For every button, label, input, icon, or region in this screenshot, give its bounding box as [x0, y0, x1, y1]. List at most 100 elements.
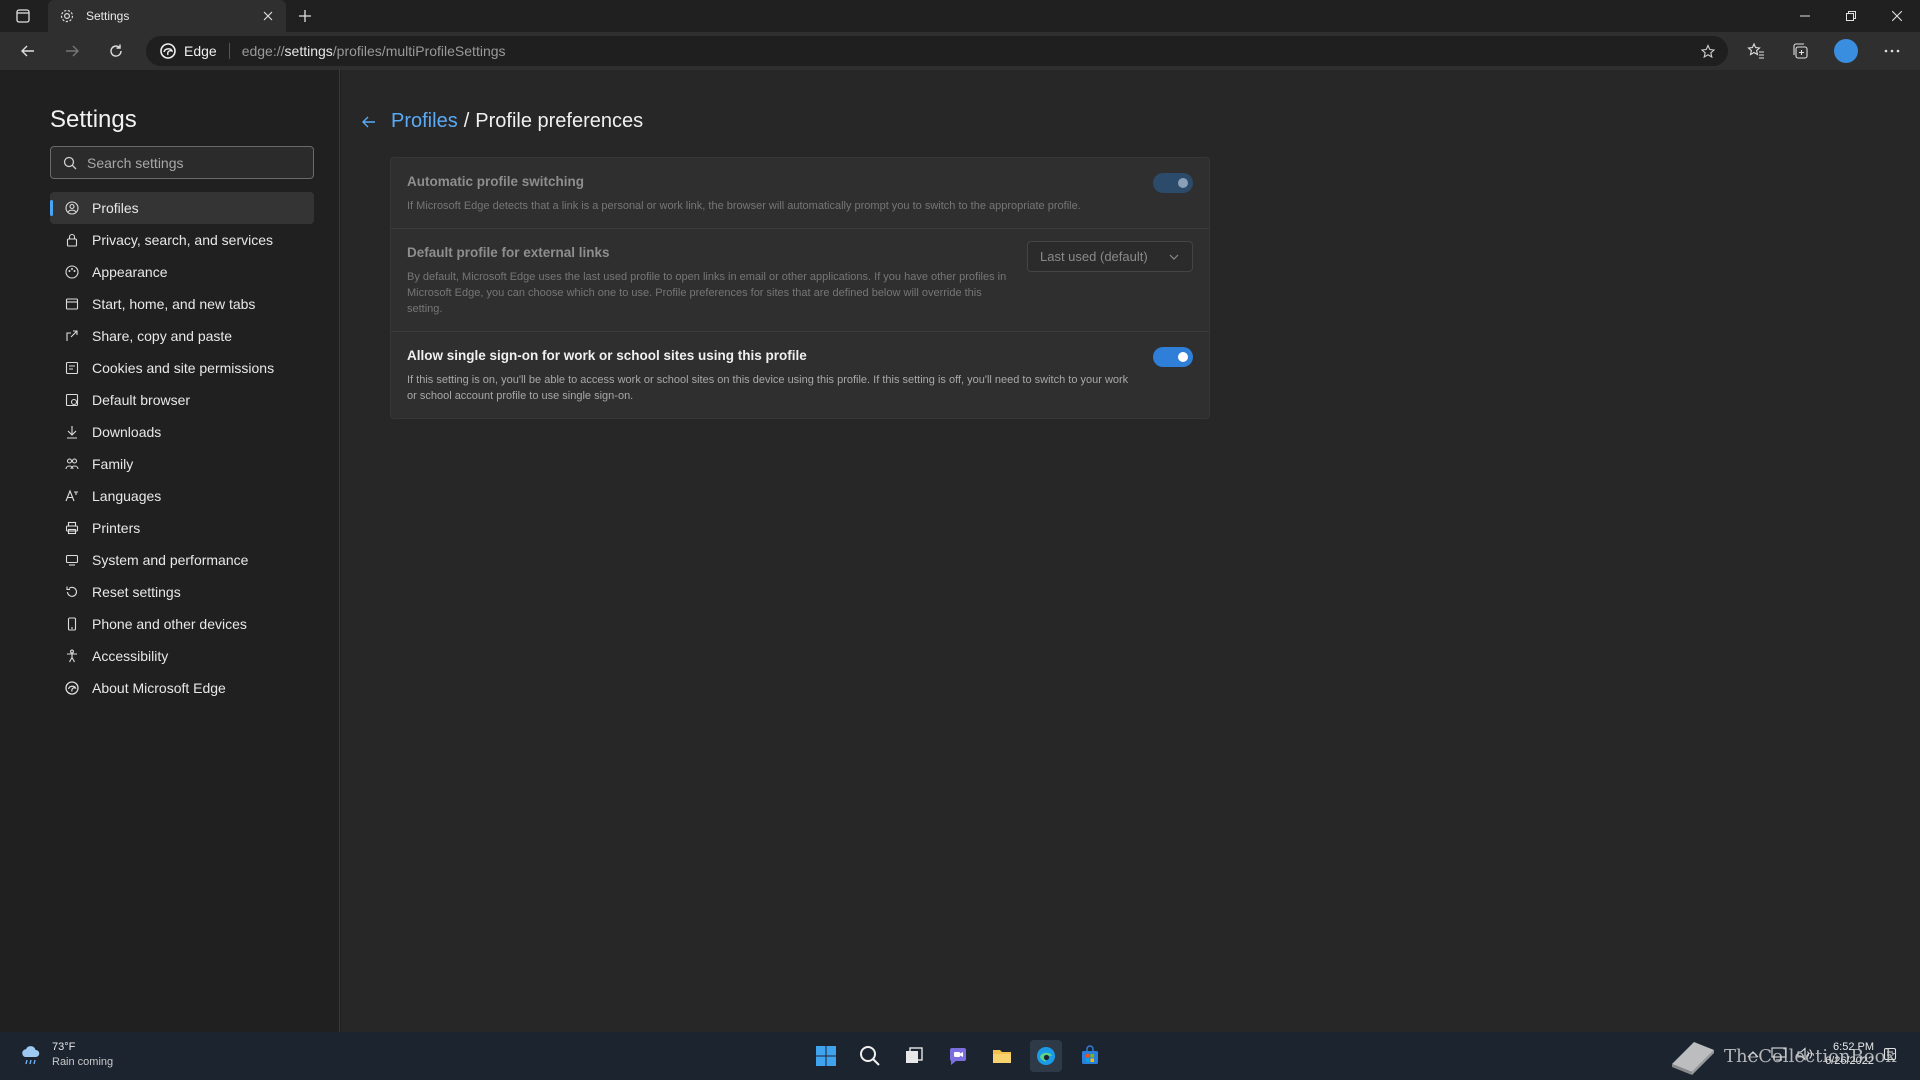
task-view-icon[interactable] — [898, 1040, 930, 1072]
sidebar-item-reset[interactable]: Reset settings — [50, 576, 314, 608]
file-explorer-icon[interactable] — [986, 1040, 1018, 1072]
add-favorite-icon[interactable] — [1698, 42, 1718, 62]
minimize-icon[interactable] — [1782, 0, 1828, 32]
browser-toolbar: Edge edge://settings/profiles/multiProfi… — [0, 32, 1920, 70]
profile-preferences-card: Automatic profile switching If Microsoft… — [390, 157, 1210, 419]
phone-icon — [64, 616, 80, 632]
sidebar-item-family[interactable]: Family — [50, 448, 314, 480]
sidebar-item-label: Family — [92, 456, 134, 472]
sidebar-item-accessibility[interactable]: Accessibility — [50, 640, 314, 672]
forward-icon[interactable] — [58, 38, 86, 64]
back-arrow-icon[interactable] — [359, 112, 379, 132]
close-window-icon[interactable] — [1874, 0, 1920, 32]
chat-icon[interactable] — [942, 1040, 974, 1072]
setting-default-profile-external-links: Default profile for external links By de… — [391, 229, 1209, 332]
reset-icon — [64, 584, 80, 600]
back-icon[interactable] — [14, 38, 42, 64]
toggle-knob — [1178, 352, 1188, 362]
edge-icon — [160, 43, 176, 59]
search-icon — [63, 156, 77, 169]
watermark-text: TheCollectionBook — [1724, 1045, 1897, 1067]
favorites-icon[interactable] — [1744, 39, 1768, 63]
single-sign-on-toggle[interactable] — [1153, 347, 1193, 367]
lock-icon — [64, 232, 80, 248]
profile-icon — [64, 200, 80, 216]
sidebar-item-label: About Microsoft Edge — [92, 680, 226, 696]
refresh-icon[interactable] — [102, 38, 130, 64]
tab-title: Settings — [86, 9, 130, 23]
breadcrumb-profiles-link[interactable]: Profiles — [391, 110, 458, 133]
sidebar-item-appearance[interactable]: Appearance — [50, 256, 314, 288]
restore-icon[interactable] — [1828, 0, 1874, 32]
accessibility-icon — [64, 648, 80, 664]
default-profile-select[interactable]: Last used (default) — [1027, 241, 1193, 272]
sidebar-item-label: Accessibility — [92, 648, 169, 664]
browser-icon — [64, 392, 80, 408]
tab-settings[interactable]: Settings — [48, 0, 286, 32]
automatic-profile-switching-toggle[interactable] — [1153, 173, 1193, 193]
sidebar-item-privacy[interactable]: Privacy, search, and services — [50, 224, 314, 256]
appearance-icon — [64, 264, 80, 280]
tab-actions-icon[interactable] — [12, 6, 34, 26]
more-options-icon[interactable] — [1880, 39, 1904, 63]
sidebar-item-label: Start, home, and new tabs — [92, 296, 256, 312]
sidebar-item-label: Default browser — [92, 392, 191, 408]
new-tab-button[interactable] — [294, 5, 316, 27]
site-identity[interactable]: Edge — [160, 43, 230, 59]
settings-sidebar: Settings Profiles Privacy, search, and s… — [0, 70, 340, 1032]
taskbar-apps — [810, 1040, 1118, 1072]
url-text[interactable]: edge://settings/profiles/multiProfileSet… — [242, 43, 506, 59]
sidebar-item-default-browser[interactable]: Default browser — [50, 384, 314, 416]
sidebar-item-downloads[interactable]: Downloads — [50, 416, 314, 448]
sidebar-item-label: Languages — [92, 488, 162, 504]
store-icon[interactable] — [1074, 1040, 1106, 1072]
sidebar-title: Settings — [50, 106, 137, 133]
sidebar-item-printers[interactable]: Printers — [50, 512, 314, 544]
edge-taskbar-icon[interactable] — [1030, 1040, 1062, 1072]
search-box[interactable] — [50, 146, 314, 179]
taskbar: 73°F Rain coming 6:52 PM 6/26/2022 TheCo… — [0, 1032, 1920, 1080]
sidebar-item-label: Printers — [92, 520, 141, 536]
languages-icon — [64, 488, 80, 504]
breadcrumb: Profiles / Profile preferences — [359, 110, 643, 133]
chevron-down-icon — [1168, 251, 1180, 263]
system-icon — [64, 552, 80, 568]
start-button[interactable] — [810, 1040, 842, 1072]
cookies-icon — [64, 360, 80, 376]
setting-description: If this setting is on, you'll be able to… — [407, 374, 1129, 402]
sidebar-item-phone[interactable]: Phone and other devices — [50, 608, 314, 640]
sidebar-item-label: Reset settings — [92, 584, 181, 600]
site-name: Edge — [184, 43, 217, 59]
setting-description: By default, Microsoft Edge uses the last… — [407, 271, 1007, 315]
sidebar-item-start-home[interactable]: Start, home, and new tabs — [50, 288, 314, 320]
rain-cloud-icon — [18, 1042, 44, 1068]
sidebar-nav: Profiles Privacy, search, and services A… — [50, 192, 314, 704]
select-value: Last used (default) — [1040, 249, 1148, 264]
search-input[interactable] — [87, 154, 307, 171]
sidebar-item-system[interactable]: System and performance — [50, 544, 314, 576]
collections-icon[interactable] — [1788, 39, 1812, 63]
printer-icon — [64, 520, 80, 536]
avatar — [1834, 39, 1858, 63]
setting-title: Allow single sign-on for work or school … — [407, 348, 807, 363]
edge-icon — [64, 680, 80, 696]
weather-condition: Rain coming — [52, 1056, 114, 1068]
sidebar-item-label: Profiles — [92, 200, 139, 216]
sidebar-item-about[interactable]: About Microsoft Edge — [50, 672, 314, 704]
watermark: TheCollectionBook — [1668, 1036, 1896, 1076]
toggle-knob — [1178, 178, 1188, 188]
sidebar-item-languages[interactable]: Languages — [50, 480, 314, 512]
share-icon — [64, 328, 80, 344]
weather-widget[interactable]: 73°F Rain coming — [18, 1040, 113, 1070]
breadcrumb-separator: / — [463, 110, 470, 132]
address-bar[interactable]: Edge edge://settings/profiles/multiProfi… — [146, 36, 1728, 66]
close-tab-icon[interactable] — [260, 8, 276, 24]
sidebar-item-label: Share, copy and paste — [92, 328, 233, 344]
sidebar-item-cookies[interactable]: Cookies and site permissions — [50, 352, 314, 384]
sidebar-item-label: Cookies and site permissions — [92, 360, 275, 376]
taskbar-search-icon[interactable] — [854, 1040, 886, 1072]
sidebar-item-profiles[interactable]: Profiles — [50, 192, 314, 224]
profile-avatar[interactable] — [1834, 39, 1858, 63]
setting-automatic-profile-switching: Automatic profile switching If Microsoft… — [391, 158, 1209, 229]
sidebar-item-share[interactable]: Share, copy and paste — [50, 320, 314, 352]
